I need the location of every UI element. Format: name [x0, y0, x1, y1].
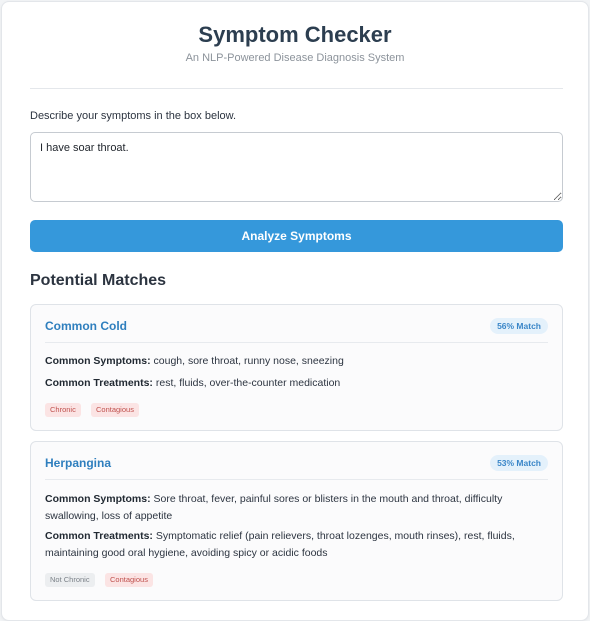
disease-name: Common Cold — [45, 319, 127, 333]
analyze-symptoms-button[interactable]: Analyze Symptoms — [30, 220, 563, 252]
symptoms-label: Common Symptoms: — [45, 355, 151, 367]
result-card-herpangina: Herpangina 53% Match Common Symptoms: So… — [30, 441, 563, 601]
tag-not-chronic: Not Chronic — [45, 573, 95, 587]
symptom-prompt-label: Describe your symptoms in the box below. — [30, 110, 237, 122]
symptoms-label: Common Symptoms: — [45, 493, 151, 505]
treatments-text: rest, fluids, over-the-counter medicatio… — [155, 377, 341, 389]
symptom-checker-card: Symptom Checker An NLP-Powered Disease D… — [1, 1, 589, 621]
result-header: Common Cold 56% Match — [45, 305, 548, 343]
tag-chronic: Chronic — [45, 403, 81, 417]
symptom-input[interactable]: I have soar throat. — [30, 132, 563, 202]
page-title: Symptom Checker — [198, 22, 392, 47]
treatments-line: Common Treatments: rest, fluids, over-th… — [45, 375, 548, 392]
result-header: Herpangina 53% Match — [45, 442, 548, 480]
symptoms-text: cough, sore throat, runny nose, sneezing — [153, 355, 344, 367]
disease-name: Herpangina — [45, 456, 112, 470]
treatments-label: Common Treatments: — [45, 377, 153, 389]
match-badge: 56% Match — [490, 318, 548, 334]
match-badge: 53% Match — [490, 455, 548, 471]
treatments-line: Common Treatments: Symptomatic relief (p… — [45, 528, 548, 562]
symptoms-line: Common Symptoms: Sore throat, fever, pai… — [45, 491, 548, 525]
header-divider — [30, 88, 563, 89]
page-subtitle: An NLP-Powered Disease Diagnosis System — [185, 52, 405, 64]
treatments-label: Common Treatments: — [45, 530, 153, 542]
symptoms-line: Common Symptoms: cough, sore throat, run… — [45, 353, 548, 370]
results-heading: Potential Matches — [30, 272, 167, 289]
tag-contagious: Contagious — [91, 403, 139, 417]
result-card-common-cold: Common Cold 56% Match Common Symptoms: c… — [30, 304, 563, 431]
tag-contagious: Contagious — [105, 573, 153, 587]
